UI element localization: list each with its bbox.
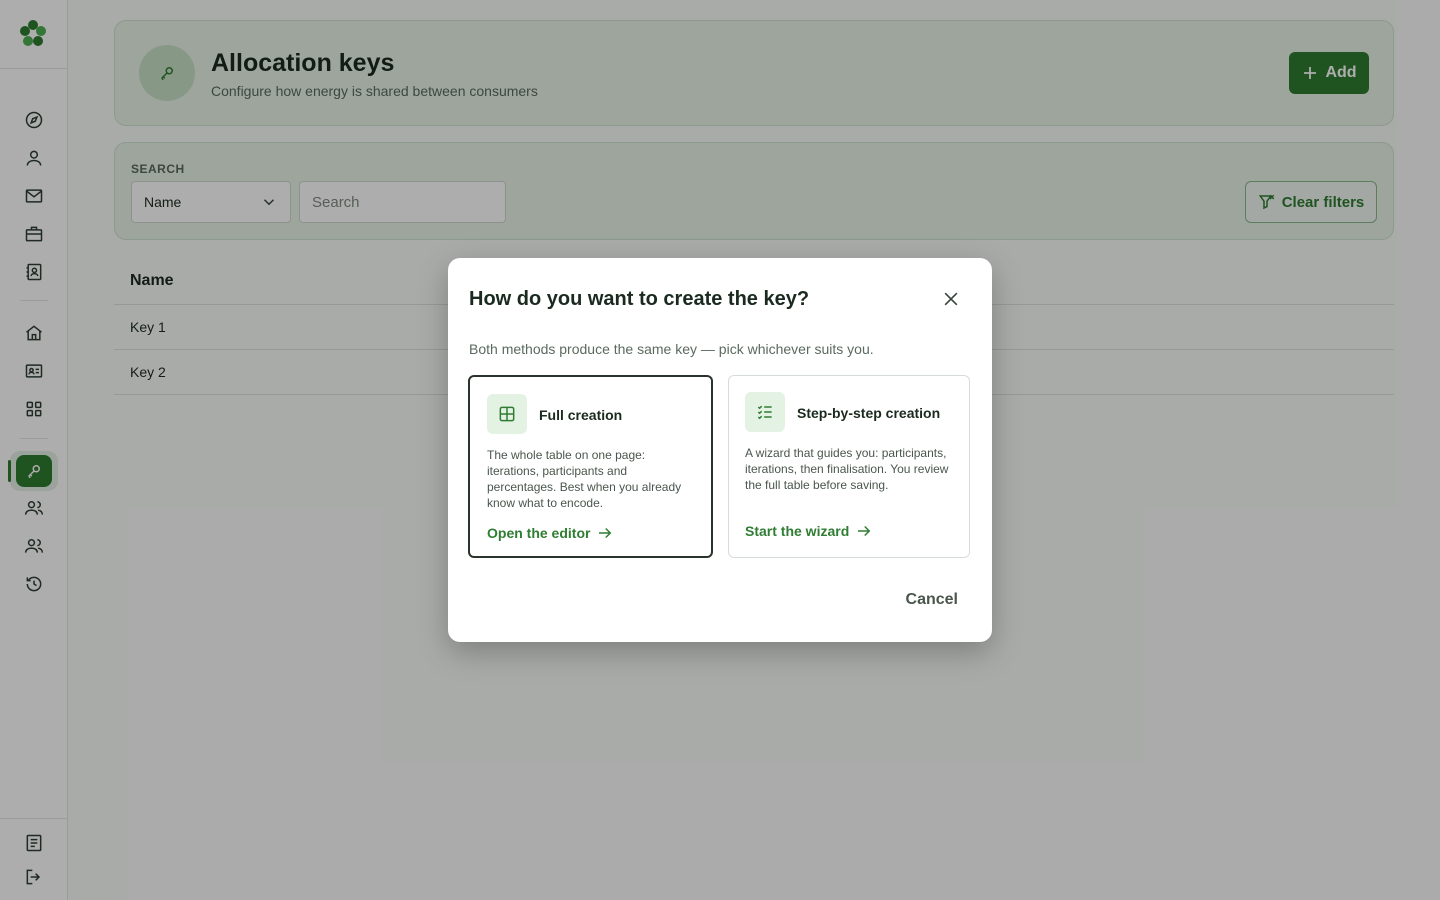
create-key-dialog: How do you want to create the key? Both …: [448, 258, 992, 642]
full-creation-option[interactable]: Full creation The whole table on one pag…: [468, 375, 713, 558]
step-by-step-option[interactable]: Step-by-step creation A wizard that guid…: [728, 375, 970, 558]
dialog-description: Both methods produce the same key — pick…: [469, 341, 874, 357]
cancel-button[interactable]: Cancel: [906, 591, 958, 609]
dialog-title: How do you want to create the key?: [469, 288, 810, 310]
arrow-right-icon: [599, 527, 612, 539]
option-title: Full creation: [539, 407, 623, 423]
open-editor-link[interactable]: Open the editor: [487, 524, 614, 542]
close-icon[interactable]: [940, 288, 962, 310]
table-icon: [487, 394, 527, 434]
start-wizard-link[interactable]: Start the wizard: [745, 522, 873, 540]
option-title: Step-by-step creation: [797, 405, 941, 421]
option-description: A wizard that guides you: participants, …: [745, 446, 949, 492]
option-description: The whole table on one page: iterations,…: [487, 448, 682, 510]
start-wizard-label: Start the wizard: [745, 523, 850, 539]
open-editor-label: Open the editor: [487, 525, 591, 541]
checklist-icon: [745, 392, 785, 432]
arrow-right-icon: [858, 525, 871, 537]
